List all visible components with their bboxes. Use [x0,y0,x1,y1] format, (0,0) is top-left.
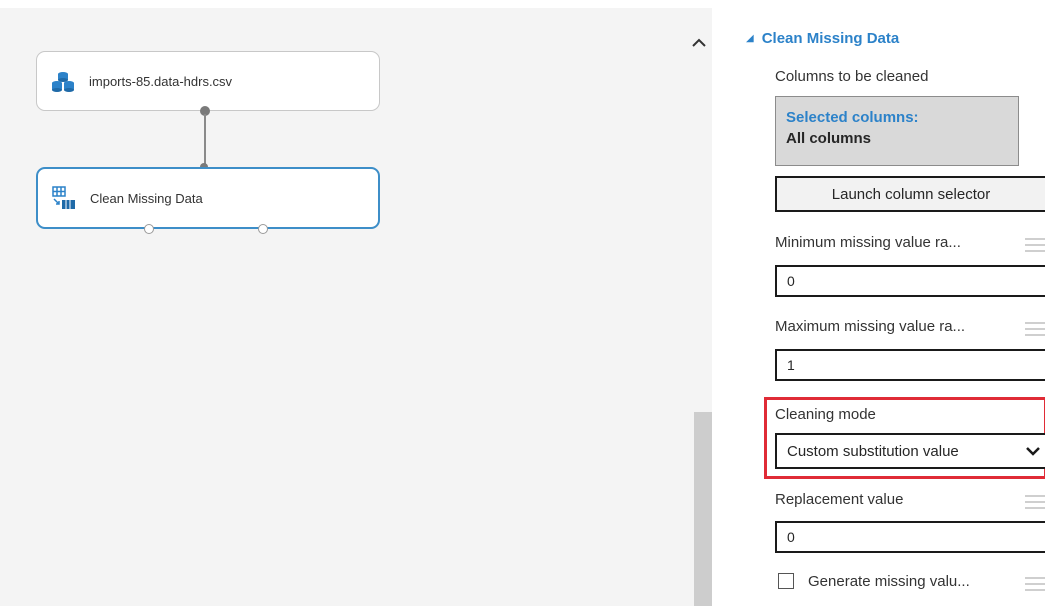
module-connector [204,114,206,167]
min-ratio-input[interactable]: 0 [775,265,1045,297]
replacement-input[interactable]: 0 [775,521,1045,553]
section-title: Clean Missing Data [761,30,900,47]
replacement-menu-icon[interactable] [1025,495,1045,509]
experiment-canvas[interactable]: imports-85.data-hdrs.csv Clean Missing D… [0,0,712,606]
cleaning-mode-value: Custom substitution value [787,442,959,460]
replacement-label: Replacement value [775,491,904,508]
max-ratio-label: Maximum missing value ra... [775,318,966,335]
generate-indicator-label: Generate missing valu... [808,573,970,590]
chevron-down-icon[interactable] [1025,441,1041,462]
cleaning-mode-label: Cleaning mode [775,406,876,423]
generate-indicator-checkbox[interactable] [778,573,794,589]
columns-label: Columns to be cleaned [775,68,929,85]
dataset-module-label: imports-85.data-hdrs.csv [89,73,233,89]
canvas-top-strip [0,0,712,8]
launch-column-selector-button[interactable]: Launch column selector [775,176,1045,212]
min-ratio-label: Minimum missing value ra... [775,234,961,251]
dataset-icon [52,72,74,92]
cleaning-mode-select[interactable]: Custom substitution value [775,433,1045,469]
chevron-up-icon[interactable] [686,30,712,56]
clean-module-label: Clean Missing Data [90,190,203,206]
clean-module-output-port-1[interactable] [144,224,154,234]
generate-indicator-menu-icon[interactable] [1025,577,1045,591]
collapse-triangle-icon[interactable]: ◢ [746,33,754,44]
dataset-module[interactable]: imports-85.data-hdrs.csv [36,51,380,111]
canvas-scrollbar[interactable] [686,8,712,606]
selected-columns-title: Selected columns: [786,109,919,126]
clean-module-output-port-2[interactable] [258,224,268,234]
clean-data-icon [52,186,75,209]
clean-missing-data-module[interactable]: Clean Missing Data [36,167,380,229]
selected-columns-value: All columns [786,130,872,147]
min-ratio-menu-icon[interactable] [1025,238,1045,252]
max-ratio-menu-icon[interactable] [1025,322,1045,336]
max-ratio-input[interactable]: 1 [775,349,1045,381]
properties-panel: ◢ Clean Missing Data Columns to be clean… [712,0,1045,606]
scroll-thumb[interactable] [694,412,712,606]
section-header[interactable]: ◢ Clean Missing Data [746,30,899,47]
selected-columns-box: Selected columns: All columns [775,96,1019,166]
